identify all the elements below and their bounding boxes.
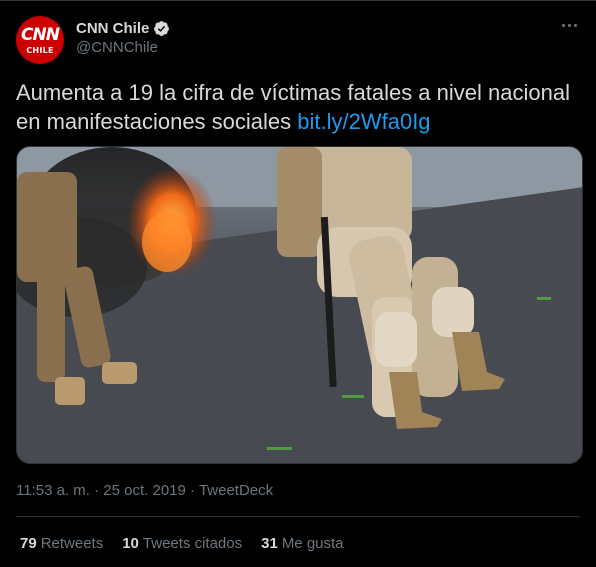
photo-soldiers-street-icon [17,147,582,463]
meta-separator: · [94,482,100,499]
quote-tweets-count: 10 [122,535,139,552]
tweet-header: CNN CHILE CNN Chile @CNNChile [16,14,580,64]
stats-divider [16,516,580,517]
avatar[interactable]: CNN CHILE [16,16,64,64]
author-handle[interactable]: @CNNChile [76,39,170,56]
retweets-count: 79 [20,535,37,552]
author-names: CNN Chile @CNNChile [76,18,170,56]
tweet-meta: 11:53 a. m. · 25 oct. 2019 · TweetDeck [16,482,273,499]
likes-label: Me gusta [281,535,344,552]
display-name[interactable]: CNN Chile [76,20,149,37]
tweet-card: CNN CHILE CNN Chile @CNNChile Aumenta a … [0,0,596,567]
tweet-photo[interactable] [16,146,583,464]
avatar-sub-text: CHILE [26,46,54,55]
likes-count: 31 [261,535,278,552]
quote-tweets-label: Tweets citados [142,535,243,552]
quote-tweets-stat[interactable]: 10 Tweets citados [122,535,242,552]
tweet-text: Aumenta a 19 la cifra de víctimas fatale… [16,78,580,136]
tweet-link[interactable]: bit.ly/2Wfa0Ig [297,109,430,134]
more-options-icon[interactable] [558,16,580,34]
tweet-source: TweetDeck [198,482,274,499]
meta-separator: · [190,482,196,499]
display-name-row: CNN Chile [76,18,170,38]
likes-stat[interactable]: 31 Me gusta [261,535,343,552]
top-divider [0,0,596,1]
avatar-logo-text: CNN [21,25,60,45]
tweet-body: Aumenta a 19 la cifra de víctimas fatale… [16,80,570,134]
retweets-label: Retweets [40,535,104,552]
tweet-time[interactable]: 11:53 a. m. [16,482,90,499]
verified-badge-icon [154,20,170,36]
tweet-stats: 79 Retweets 10 Tweets citados 31 Me gusta [20,535,363,552]
retweets-stat[interactable]: 79 Retweets [20,535,103,552]
tweet-date[interactable]: 25 oct. 2019 [103,482,186,499]
